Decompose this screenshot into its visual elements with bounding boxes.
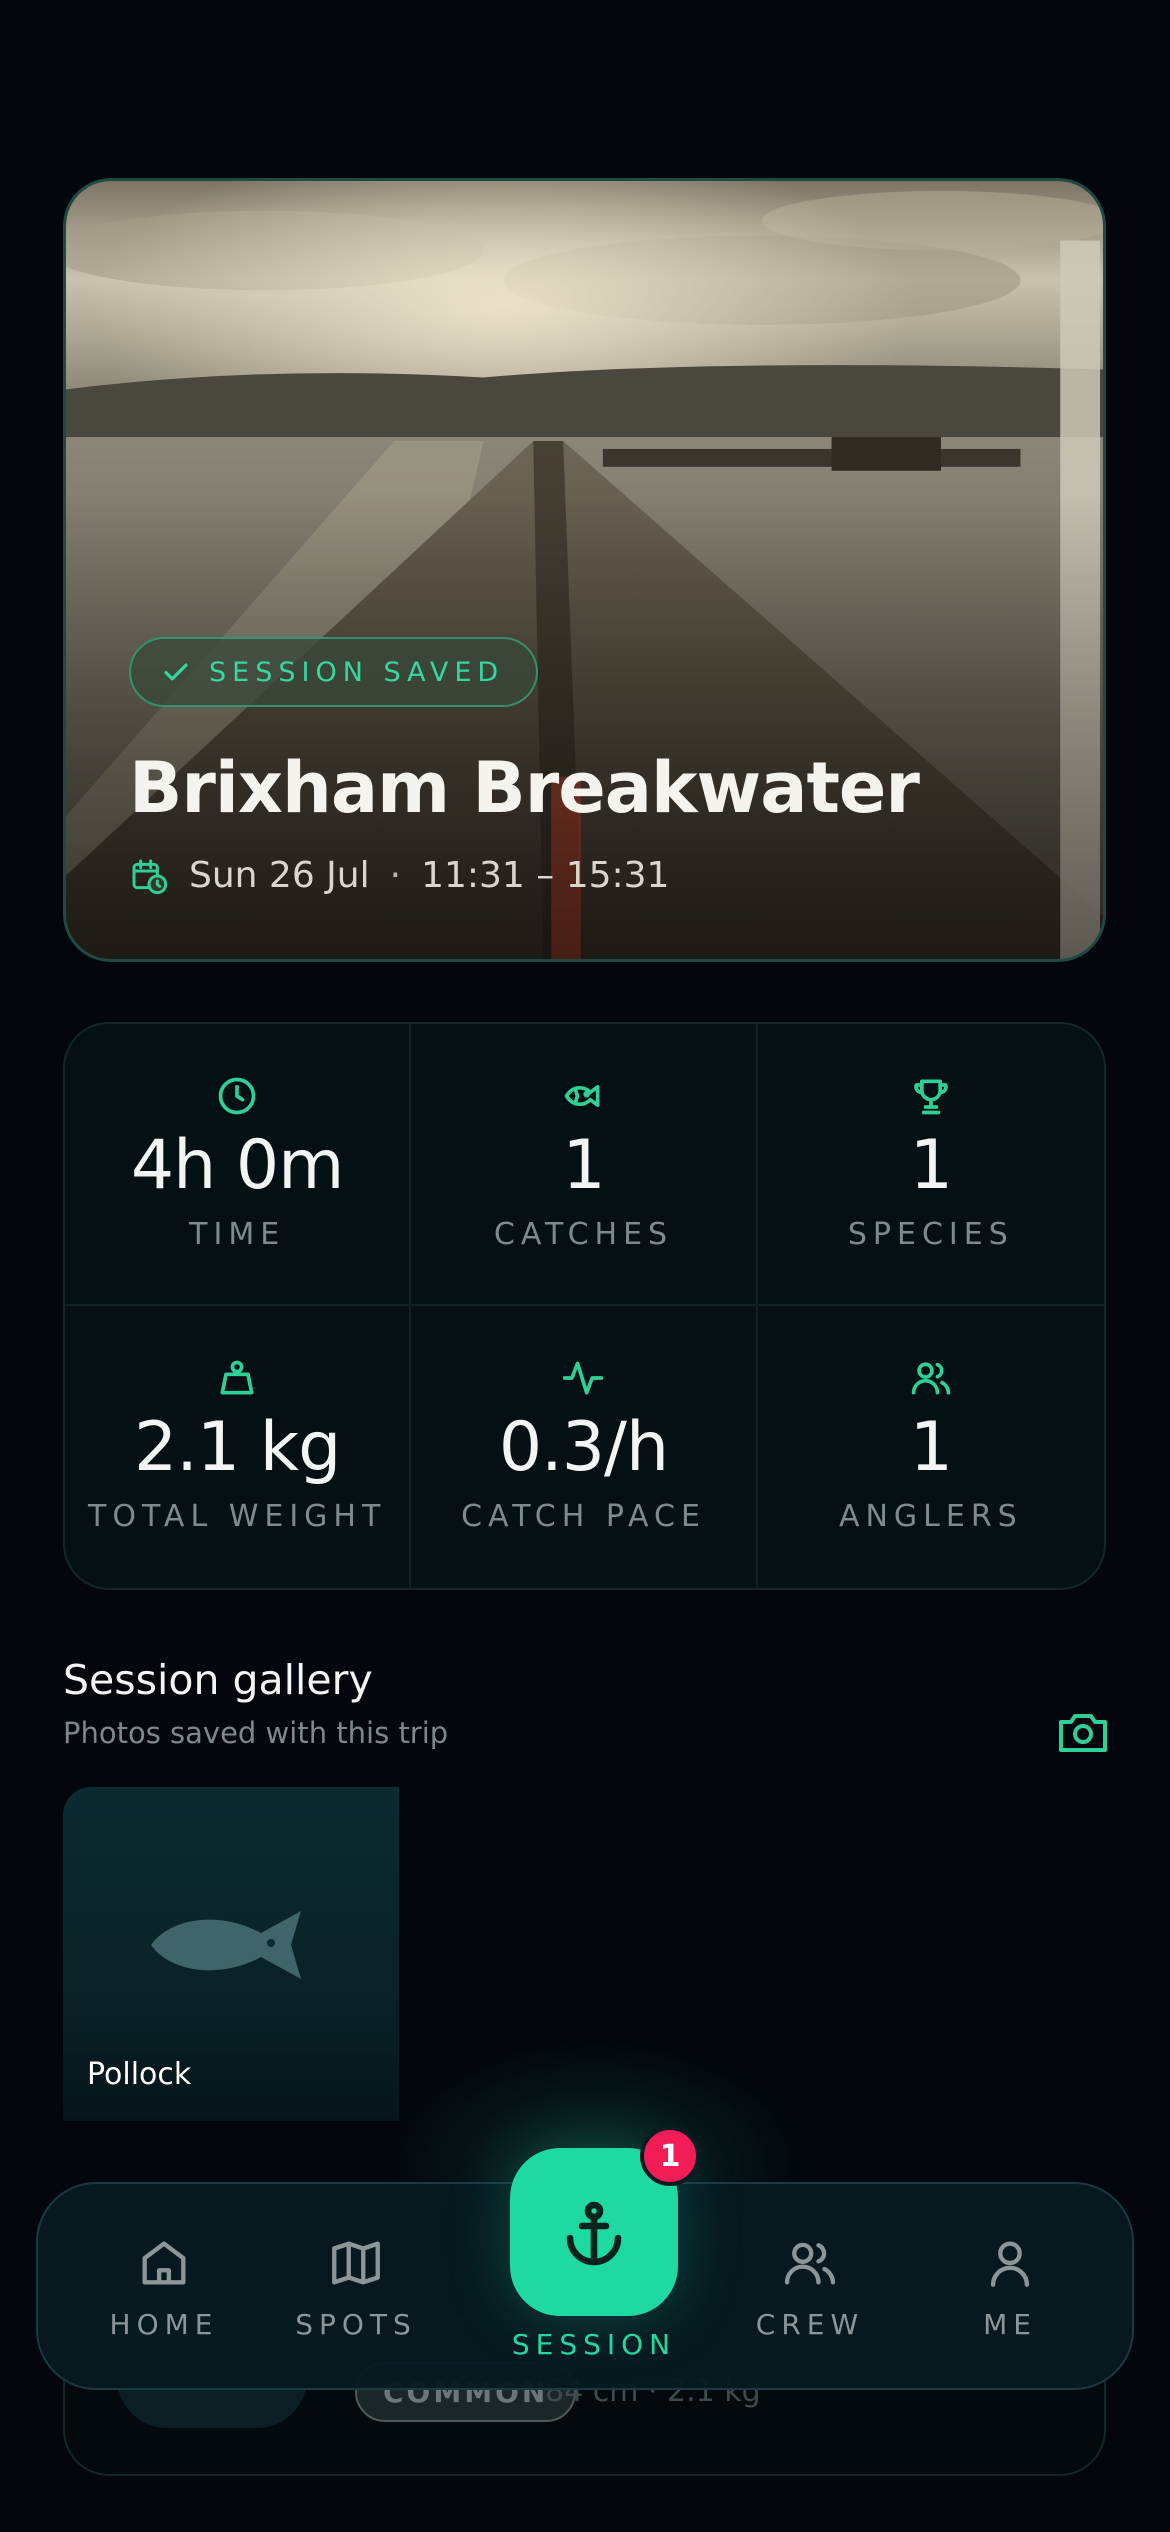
- check-icon: [164, 663, 188, 681]
- trophy-icon: [914, 1079, 948, 1115]
- stat-value: 1: [909, 1126, 953, 1205]
- stat-total-weight: 2.1 kg TOTAL WEIGHT: [65, 1306, 412, 1588]
- camera-icon[interactable]: [1057, 1710, 1109, 1754]
- users-icon: [784, 2242, 836, 2285]
- gallery-photo[interactable]: Pollock: [63, 1787, 399, 2121]
- photo-caption: Pollock: [87, 2057, 192, 2092]
- users-icon: [911, 1362, 951, 1395]
- clock-icon: [218, 1077, 256, 1115]
- stat-value: 1: [909, 1408, 953, 1487]
- stat-anglers: 1 ANGLERS: [758, 1306, 1104, 1588]
- hero-gradient-overlay: [66, 181, 1103, 959]
- home-icon: [142, 2241, 186, 2285]
- stat-species: 1 SPECIES: [757, 1024, 1104, 1306]
- spot-title: Brixham Breakwater: [129, 747, 920, 829]
- stat-value: 0.3/h: [498, 1408, 669, 1487]
- gallery-subtitle: Photos saved with this trip: [63, 1716, 449, 1750]
- nav-spots[interactable]: SPOTS: [266, 2234, 446, 2341]
- session-datetime: Sun 26 Jul · 11:31 – 15:31: [129, 855, 669, 896]
- weight-icon: [220, 1360, 254, 1395]
- stat-time: 4h 0m TIME: [65, 1024, 412, 1306]
- stat-catch-pace: 0.3/h CATCH PACE: [411, 1306, 758, 1588]
- session-summary-screen: SESSION SAVED Brixham Breakwater Sun 26 …: [0, 0, 1170, 2532]
- session-saved-badge: SESSION SAVED: [129, 637, 539, 707]
- nav-spots-label: SPOTS: [295, 2308, 417, 2341]
- stat-label: SPECIES: [847, 1217, 1014, 1252]
- fish-icon: [565, 1085, 600, 1107]
- stat-label: CATCH PACE: [461, 1499, 706, 1534]
- session-stats-grid: 4h 0m TIME 1 CATCHES 1 SPECIES 2.1 kg TO…: [63, 1022, 1106, 1590]
- session-saved-label: SESSION SAVED: [209, 656, 505, 688]
- nav-session-label: SESSION: [511, 2328, 677, 2361]
- nav-crew-label: CREW: [755, 2308, 865, 2341]
- nav-home[interactable]: HOME: [74, 2234, 254, 2341]
- calendar-clock-icon: [132, 859, 168, 894]
- stat-value: 1: [562, 1126, 605, 1205]
- gallery-title: Session gallery: [63, 1656, 373, 1704]
- fish-silhouette-icon: [151, 1911, 301, 1979]
- stat-label: TOTAL WEIGHT: [88, 1499, 387, 1534]
- stat-label: TIME: [189, 1217, 286, 1252]
- session-date: Sun 26 Jul: [189, 855, 370, 896]
- meta-separator: ·: [389, 855, 402, 896]
- user-icon: [990, 2241, 1030, 2287]
- stat-value: 4h 0m: [130, 1126, 344, 1205]
- session-time-range: 11:31 – 15:31: [421, 855, 670, 896]
- nav-me[interactable]: ME: [920, 2234, 1100, 2341]
- nav-me-label: ME: [983, 2308, 1037, 2341]
- nav-home-label: HOME: [109, 2308, 219, 2341]
- stat-value: 2.1 kg: [134, 1408, 341, 1487]
- nav-crew[interactable]: CREW: [720, 2234, 900, 2341]
- map-icon: [332, 2241, 380, 2285]
- session-notification-badge: 1: [640, 2126, 700, 2186]
- session-hero-card[interactable]: SESSION SAVED Brixham Breakwater Sun 26 …: [63, 178, 1106, 962]
- stat-label: CATCHES: [493, 1217, 674, 1252]
- activity-icon: [563, 1361, 604, 1395]
- stat-catches: 1 CATCHES: [411, 1024, 758, 1306]
- anchor-icon: [566, 2201, 622, 2266]
- stat-label: ANGLERS: [838, 1499, 1023, 1534]
